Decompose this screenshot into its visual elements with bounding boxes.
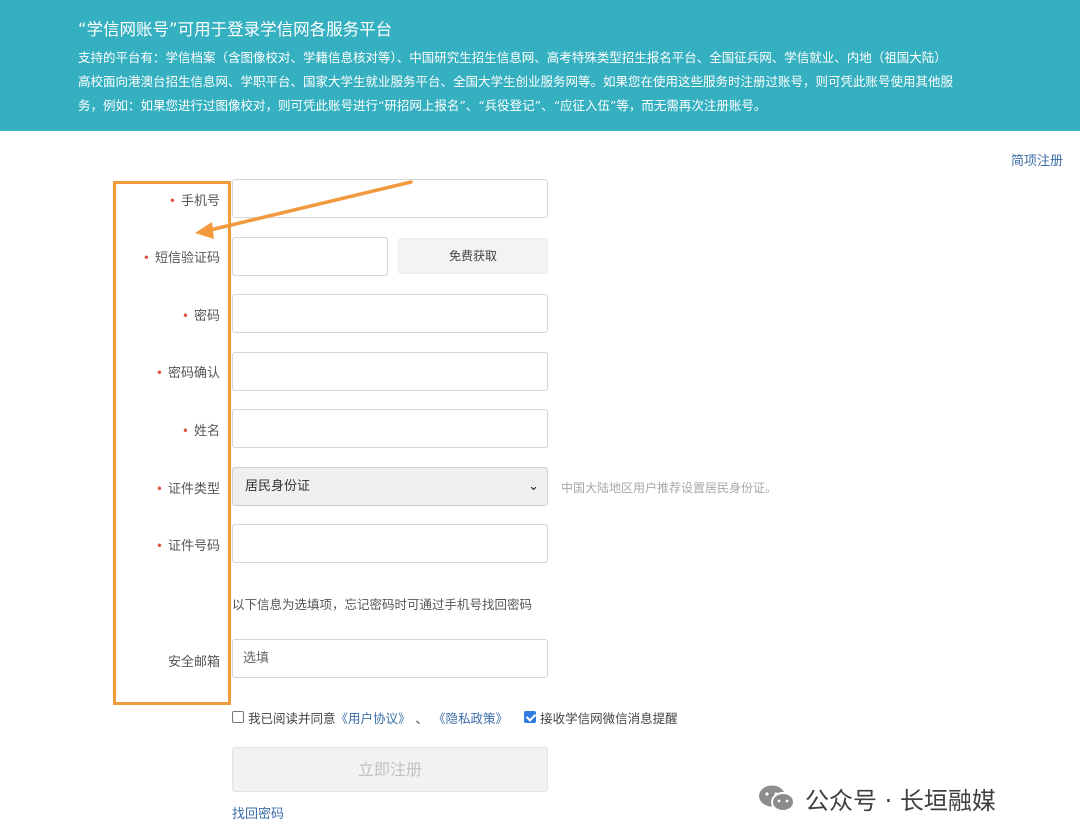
watermark: 公众号 · 长垣融媒 — [757, 781, 996, 816]
annotation-arrow-icon — [195, 180, 413, 239]
watermark-text: 公众号 · 长垣融媒 — [805, 787, 996, 815]
wechat-icon — [759, 785, 795, 812]
